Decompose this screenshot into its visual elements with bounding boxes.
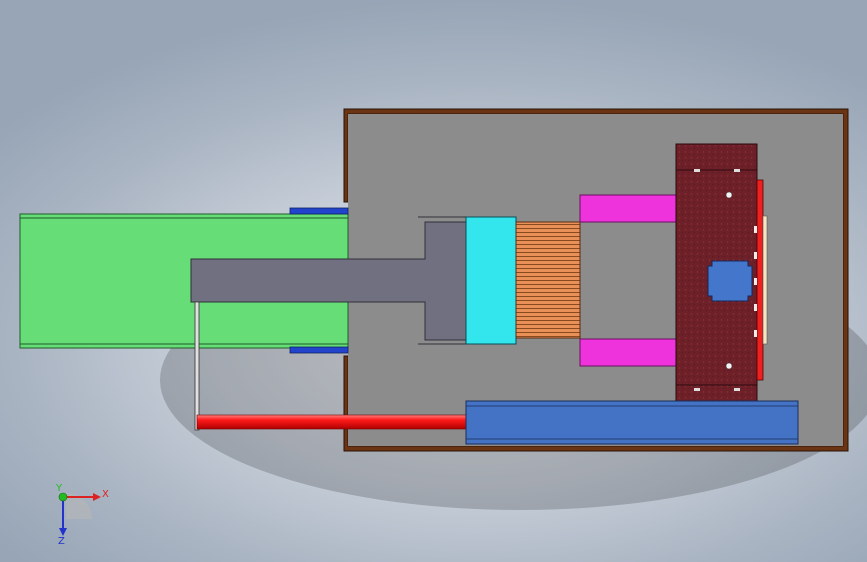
red-strip[interactable] [756,179,764,381]
x-axis-label: X [102,489,109,500]
y-axis-dot-icon [58,492,68,502]
plate-hole-top [725,191,733,199]
spring-pack[interactable] [515,221,581,339]
plate-hole-bottom [725,362,733,370]
center-block[interactable] [707,260,753,302]
x-arrow-icon [93,493,101,501]
cyan-block[interactable] [465,216,517,345]
magenta-block-top[interactable] [579,194,677,223]
z-arrow-icon [59,528,67,536]
cad-viewport[interactable]: X Y Z [0,0,867,562]
axis-triad: X Y Z [55,483,109,547]
y-axis-label: Y [55,483,63,494]
z-axis-label: Z [58,536,65,547]
rod-bracket [194,301,200,431]
pin-rail [762,215,768,345]
bottom-clip [289,346,349,354]
blue-bar[interactable] [465,400,799,445]
magenta-block-bottom[interactable] [579,338,677,367]
top-clip [289,207,349,215]
red-rod[interactable] [196,414,470,430]
